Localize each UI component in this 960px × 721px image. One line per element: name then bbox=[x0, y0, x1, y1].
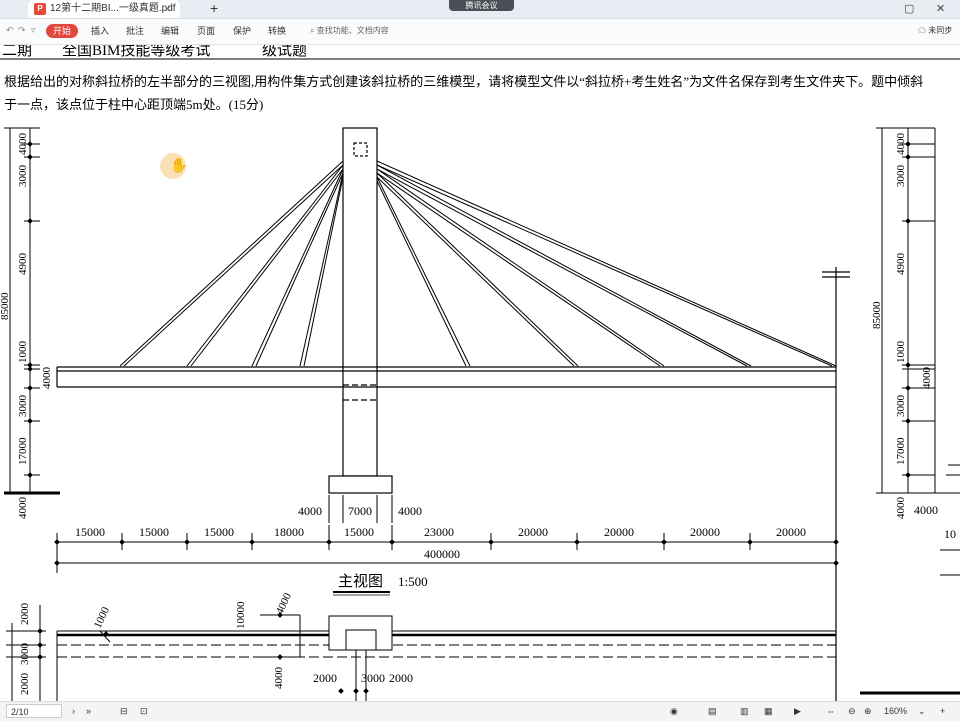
base-dim-right: 4000 bbox=[398, 504, 422, 518]
exam-header-title: 全国BIM技能等级考试 bbox=[62, 45, 210, 59]
zoom-out-icon[interactable]: ⊖ bbox=[848, 705, 856, 718]
document-tab-title: 12第十二期BI...一级真题.pdf bbox=[50, 3, 176, 14]
view-scale: 1:500 bbox=[398, 574, 428, 589]
ribbon-tab-page[interactable]: 页面 bbox=[197, 24, 215, 38]
base-dim-left: 4000 bbox=[298, 504, 322, 518]
eye-protection-icon[interactable]: ◉ bbox=[670, 705, 678, 718]
span-dim-4: 18000 bbox=[274, 525, 304, 539]
book-view-icon[interactable]: ▥ bbox=[740, 705, 749, 718]
view-title: 主视图 bbox=[338, 573, 383, 590]
quick-access-dropdown-icon[interactable]: ▿ bbox=[31, 25, 36, 36]
span-dim-3: 15000 bbox=[204, 525, 234, 539]
plan-bottom-dim-left: 2000 bbox=[313, 671, 337, 685]
pdf-file-icon: P bbox=[34, 3, 46, 15]
meeting-indicator[interactable]: 腾讯会议 bbox=[449, 0, 514, 11]
question-line-1: 根据给出的对称斜拉桥的左半部分的三视图,用构件集方式创建该斜拉桥的三维模型，请将… bbox=[4, 74, 923, 89]
ribbon-tab-comment[interactable]: 批注 bbox=[126, 24, 144, 38]
total-length-dim: 400000 bbox=[424, 547, 460, 561]
plan-dim-2000-top: 2000 bbox=[19, 603, 31, 626]
meeting-label: 腾讯会议 bbox=[465, 1, 498, 10]
question-line-2: 于一点，该点位于柱中心距顶端5m处。(15分) bbox=[4, 97, 263, 112]
play-slideshow-icon[interactable]: ▶ bbox=[794, 705, 801, 718]
right-dim-17000: 17000 bbox=[895, 437, 907, 465]
span-dim-8: 20000 bbox=[604, 525, 634, 539]
sync-status[interactable]: ☁ 未同步 bbox=[918, 24, 952, 38]
search-placeholder: 查找功能、文档内容 bbox=[316, 26, 389, 35]
plan-slanted-1000: 1000 bbox=[92, 605, 112, 630]
bridge-drawing: 二期 全国BIM技能等级考试 级试题 根据给出的对称斜拉桥的左半部分的三视图,用… bbox=[0, 45, 960, 701]
plan-dim-2000-bottom: 2000 bbox=[19, 673, 31, 696]
hand-cursor-icon: ✋ bbox=[170, 157, 188, 173]
left-dim-4000-top: 4000 bbox=[17, 133, 29, 156]
right-dim-3000: 3000 bbox=[895, 165, 907, 188]
span-dim-5: 15000 bbox=[344, 525, 374, 539]
span-dim-6: 23000 bbox=[424, 525, 454, 539]
plan-slanted-4000-top: 4000 bbox=[274, 591, 294, 616]
exam-header-suffix: 级试题 bbox=[262, 45, 307, 59]
right-dim-4000-mid: 4000 bbox=[921, 367, 933, 390]
left-dim-4900: 4900 bbox=[17, 253, 29, 276]
plan-dim-3000: 3000 bbox=[19, 643, 31, 666]
fit-width-icon[interactable]: ⇔ bbox=[826, 705, 835, 718]
span-dim-1: 15000 bbox=[75, 525, 105, 539]
ribbon-tab-protect[interactable]: 保护 bbox=[233, 24, 251, 38]
right-dim-4000-top: 4000 bbox=[895, 133, 907, 156]
zoom-level[interactable]: 160% bbox=[884, 705, 907, 718]
span-dim-7: 20000 bbox=[518, 525, 548, 539]
close-tab-icon[interactable]: ✕ bbox=[164, 0, 172, 18]
document-canvas[interactable]: 二期 全国BIM技能等级考试 级试题 根据给出的对称斜拉桥的左半部分的三视图,用… bbox=[0, 45, 960, 701]
cloud-icon: ☁ bbox=[918, 26, 926, 35]
span-dim-2: 15000 bbox=[139, 525, 169, 539]
restore-window-icon[interactable]: ▢ bbox=[904, 2, 914, 15]
undo-icon[interactable]: ↶ bbox=[6, 25, 14, 36]
sync-label: 未同步 bbox=[928, 26, 953, 35]
left-dim-4000-mid: 4000 bbox=[41, 367, 53, 390]
tab-bar: P 12第十二期BI...一级真题.pdf ✕ + 腾讯会议 ▢ ✕ bbox=[0, 0, 960, 19]
redo-icon[interactable]: ↷ bbox=[18, 25, 26, 36]
base-dim-center: 7000 bbox=[348, 504, 372, 518]
double-page-icon[interactable]: ▦ bbox=[764, 705, 773, 718]
right-dim-1000: 1000 bbox=[895, 341, 907, 364]
plan-dim-4000-bottom: 4000 bbox=[273, 667, 285, 690]
zoom-increase-icon[interactable]: + bbox=[940, 705, 945, 718]
zoom-in-icon[interactable]: ⊕ bbox=[864, 705, 872, 718]
next-page-icon[interactable]: › bbox=[72, 705, 75, 718]
left-dim-cut-85000: 85000 bbox=[0, 292, 11, 320]
fit-page-icon[interactable]: ⊡ bbox=[140, 705, 148, 718]
left-dim-4000-bottom: 4000 bbox=[17, 497, 29, 520]
zoom-dropdown-icon[interactable]: ⌄ bbox=[918, 705, 926, 718]
span-dim-10: 20000 bbox=[776, 525, 806, 539]
ribbon-toolbar: ↶ ↷ ▿ 开始 插入 批注 编辑 页面 保护 转换 ⌕ 查找功能、文档内容 ☁… bbox=[0, 19, 960, 45]
right-base-dim: 4000 bbox=[914, 503, 938, 517]
left-dim-3000: 3000 bbox=[17, 165, 29, 188]
right-dim-4900: 4900 bbox=[895, 253, 907, 276]
ribbon-tab-edit[interactable]: 编辑 bbox=[161, 24, 179, 38]
exit-fullscreen-icon[interactable]: ⊟ bbox=[120, 705, 128, 718]
last-page-icon[interactable]: » bbox=[86, 705, 91, 718]
close-window-icon[interactable]: ✕ bbox=[936, 2, 945, 15]
right-base-dim-2: 10 bbox=[944, 527, 956, 541]
exam-header-prefix: 二期 bbox=[2, 45, 32, 59]
right-dim-3000-lower: 3000 bbox=[895, 395, 907, 418]
plan-bottom-dim-center: 3000 bbox=[361, 671, 385, 685]
status-bar: 2/10 › » ⊟ ⊡ ◉ ▤ ▥ ▦ ▶ ⇔ ⊖ ⊕ 160% ⌄ + bbox=[0, 701, 960, 721]
continuous-view-icon[interactable]: ▤ bbox=[708, 705, 717, 718]
search-box[interactable]: ⌕ 查找功能、文档内容 bbox=[310, 24, 389, 38]
left-dim-3000-lower: 3000 bbox=[17, 395, 29, 418]
ribbon-tab-insert[interactable]: 插入 bbox=[91, 24, 109, 38]
search-icon: ⌕ bbox=[310, 26, 315, 35]
ribbon-tab-convert[interactable]: 转换 bbox=[268, 24, 286, 38]
left-dim-17000: 17000 bbox=[17, 437, 29, 465]
new-tab-button[interactable]: + bbox=[210, 0, 218, 16]
right-dim-4000-bottom: 4000 bbox=[895, 497, 907, 520]
span-dim-9: 20000 bbox=[690, 525, 720, 539]
document-tab[interactable]: P 12第十二期BI...一级真题.pdf ✕ bbox=[28, 0, 180, 18]
page-number-input[interactable]: 2/10 bbox=[6, 704, 62, 718]
plan-dim-10000: 10000 bbox=[235, 601, 247, 629]
right-total-dim: 85000 bbox=[871, 301, 883, 329]
left-dim-1000: 1000 bbox=[17, 341, 29, 364]
ribbon-tab-start[interactable]: 开始 bbox=[46, 24, 78, 38]
plan-bottom-dim-right: 2000 bbox=[389, 671, 413, 685]
